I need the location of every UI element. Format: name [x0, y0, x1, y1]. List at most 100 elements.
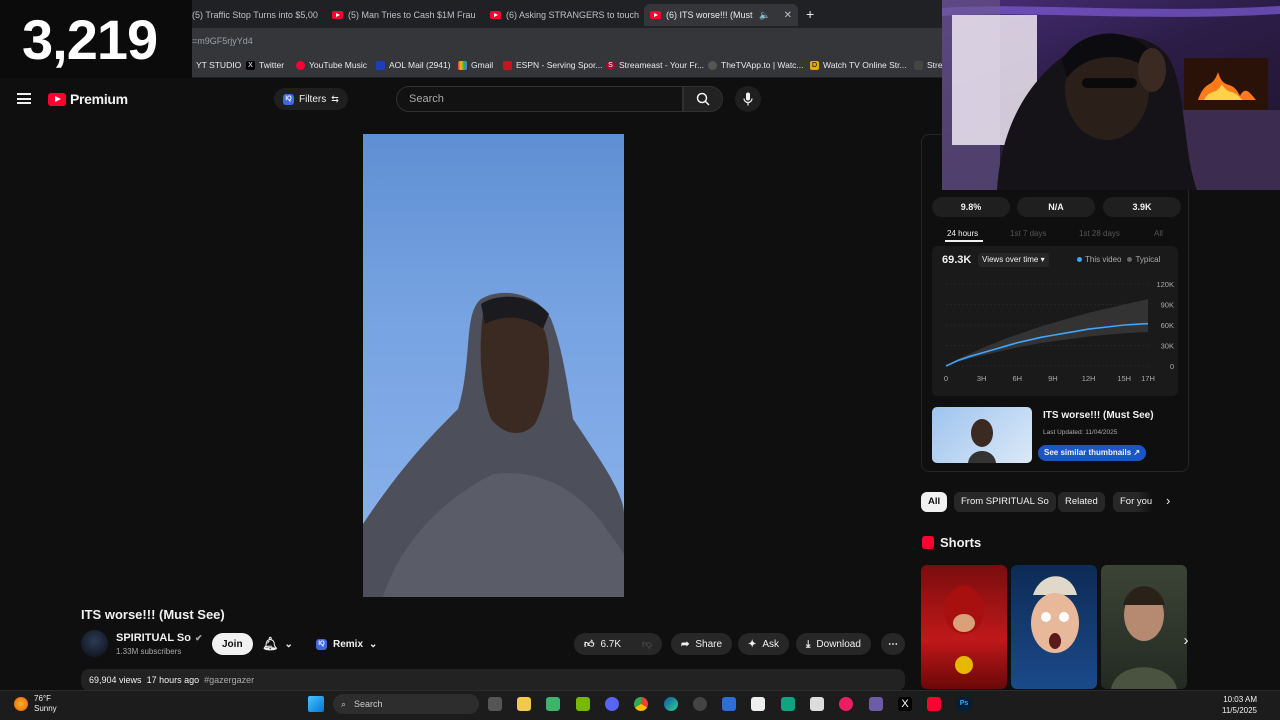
bookmark-item[interactable]: Gmail: [458, 60, 493, 70]
tab-all[interactable]: All: [1154, 229, 1163, 238]
views-chart: 120K 90K 60K 30K 0 0 3H 6H 9H 12H 15H 17H: [944, 280, 1174, 383]
tab-first-7-days[interactable]: 1st 7 days: [1010, 229, 1046, 238]
notepad-icon[interactable]: [546, 697, 560, 711]
chip-all[interactable]: All: [921, 492, 948, 512]
bookmark-label: TheTVApp.to | Watc...: [721, 60, 804, 70]
bookmark-item[interactable]: X Twitter: [246, 60, 284, 70]
more-icon: ⋯: [888, 638, 898, 650]
join-button[interactable]: Join: [212, 633, 253, 655]
bookmark-item[interactable]: Stre: [914, 60, 943, 70]
channel-name-text: SPIRITUAL So: [116, 632, 191, 644]
metric-dropdown[interactable]: Views over time ▾: [978, 253, 1049, 267]
y-tick-label: 60K: [1161, 321, 1174, 330]
active-tab-indicator: [945, 240, 983, 242]
streameast-icon: S: [606, 60, 615, 70]
file-explorer-icon[interactable]: [517, 697, 531, 711]
x-tick-label: 17H: [1141, 374, 1155, 383]
new-tab-button[interactable]: +: [806, 6, 814, 22]
weather-widget[interactable]: 76°F Sunny: [14, 694, 57, 714]
channel-name[interactable]: SPIRITUAL So ✔: [116, 632, 203, 644]
app-icon[interactable]: [810, 697, 824, 711]
bookmark-item[interactable]: D Watch TV Online Str...: [810, 60, 907, 70]
discord-icon[interactable]: [605, 697, 619, 711]
metric-label: Views over time: [982, 255, 1039, 264]
bookmark-item[interactable]: S Streameast - Your Fr...: [606, 60, 704, 70]
x-icon: X: [246, 60, 255, 70]
windows-start-icon[interactable]: [308, 696, 324, 712]
clock[interactable]: 10:03 AM 11/5/2025: [1222, 694, 1257, 716]
aol-icon: [376, 60, 385, 70]
browser-tab-active[interactable]: (6) ITS worse!!! (Must See) 🔈 ✕: [644, 4, 798, 26]
vidiq-icon: IQ: [283, 93, 294, 105]
video-player[interactable]: [363, 134, 624, 597]
bookmark-item[interactable]: YouTube Music: [296, 60, 367, 70]
close-icon[interactable]: ✕: [780, 10, 792, 21]
weather-text: 76°F Sunny: [34, 694, 57, 714]
menu-icon[interactable]: [17, 93, 31, 104]
chip-for-you[interactable]: For you: [1113, 492, 1153, 512]
youtube-premium-logo[interactable]: Premium: [48, 91, 128, 107]
nvidia-icon[interactable]: [576, 697, 590, 711]
vidiq-icon: IQ: [316, 638, 327, 650]
media-player-icon[interactable]: [839, 697, 853, 711]
clock-date: 11/5/2025: [1222, 706, 1257, 715]
short-thumbnail[interactable]: [1011, 565, 1097, 689]
weather-temp: 76°F: [34, 694, 51, 703]
taskbar-search[interactable]: ⌕ Search: [333, 694, 479, 714]
word-icon[interactable]: [722, 697, 736, 711]
short-thumbnail[interactable]: [1101, 565, 1187, 689]
browser-tab[interactable]: (6) Asking STRANGERS to touch✕: [484, 4, 640, 26]
bookmark-item[interactable]: TheTVApp.to | Watc...: [708, 60, 804, 70]
settings-icon[interactable]: [693, 697, 707, 711]
dislike-icon[interactable]: 👎︎: [642, 638, 652, 650]
bookmark-item[interactable]: ESPN - Serving Spor...: [503, 60, 602, 70]
x-tick-label: 12H: [1082, 374, 1096, 383]
verified-icon: ✔: [194, 632, 203, 643]
browser-tab[interactable]: (5) Traffic Stop Turns into $5,00✕: [186, 4, 320, 26]
webcam-overlay: [942, 0, 1280, 190]
speaker-icon[interactable]: 🔈: [759, 10, 770, 21]
chevron-right-icon[interactable]: ›: [1176, 632, 1196, 656]
youtube-icon: [48, 92, 66, 106]
similar-thumbnails-button[interactable]: See similar thumbnails ↗: [1038, 445, 1147, 461]
tab-24-hours[interactable]: 24 hours: [947, 229, 978, 238]
app-icon[interactable]: [869, 697, 883, 711]
channel-avatar[interactable]: [81, 630, 108, 657]
bookmark-item[interactable]: AOL Mail (2941): [376, 60, 451, 70]
voice-search-button[interactable]: [735, 86, 761, 112]
url-text[interactable]: =m9GF5rjyYd4: [192, 36, 253, 46]
notifications-button[interactable]: 🔔︎ ⌄: [258, 633, 297, 655]
photoshop-icon[interactable]: Ps: [957, 697, 971, 711]
search-button[interactable]: [683, 86, 723, 112]
description-box[interactable]: 69,904 views 17 hours ago #gazergazer: [81, 669, 905, 691]
download-label: Download: [816, 638, 861, 650]
compare-thumbnail[interactable]: [932, 407, 1032, 463]
filters-button[interactable]: IQ Filters ⇆: [274, 88, 348, 110]
remix-button[interactable]: IQ Remix ⌄: [312, 633, 381, 655]
ask-button[interactable]: ✦ Ask: [738, 633, 790, 655]
browser-tab[interactable]: (5) Man Tries to Cash $1M Frau✕: [326, 4, 478, 26]
espn-icon: [503, 60, 512, 70]
search-input[interactable]: Search: [396, 86, 683, 112]
download-button[interactable]: ⤓ Download: [796, 633, 871, 655]
chevron-right-icon[interactable]: ›: [1166, 493, 1170, 508]
subscriber-count: 1.33M subscribers: [116, 647, 182, 656]
short-thumbnail[interactable]: [921, 565, 1007, 689]
task-view-icon[interactable]: [488, 697, 502, 711]
chip-from-channel[interactable]: From SPIRITUAL So: [954, 492, 1056, 512]
x-icon[interactable]: X: [898, 697, 912, 711]
tab-first-28-days[interactable]: 1st 28 days: [1079, 229, 1120, 238]
hashtag-link[interactable]: #gazergazer: [204, 675, 254, 685]
bookmark-item[interactable]: YT STUDIO: [196, 60, 241, 70]
edge-icon[interactable]: [664, 697, 678, 711]
chrome-icon[interactable]: [634, 697, 648, 711]
search-icon: [696, 92, 710, 106]
similar-thumbnails-label: See similar thumbnails: [1044, 448, 1132, 457]
more-actions-button[interactable]: ⋯: [881, 633, 905, 655]
like-button[interactable]: 👍︎ 6.7K 👎︎: [574, 633, 662, 655]
chatgpt-icon[interactable]: [781, 697, 795, 711]
youtube-icon[interactable]: [927, 697, 941, 711]
share-button[interactable]: ➦ Share: [671, 633, 733, 655]
chip-related[interactable]: Related: [1058, 492, 1105, 512]
capcut-icon[interactable]: [751, 697, 765, 711]
